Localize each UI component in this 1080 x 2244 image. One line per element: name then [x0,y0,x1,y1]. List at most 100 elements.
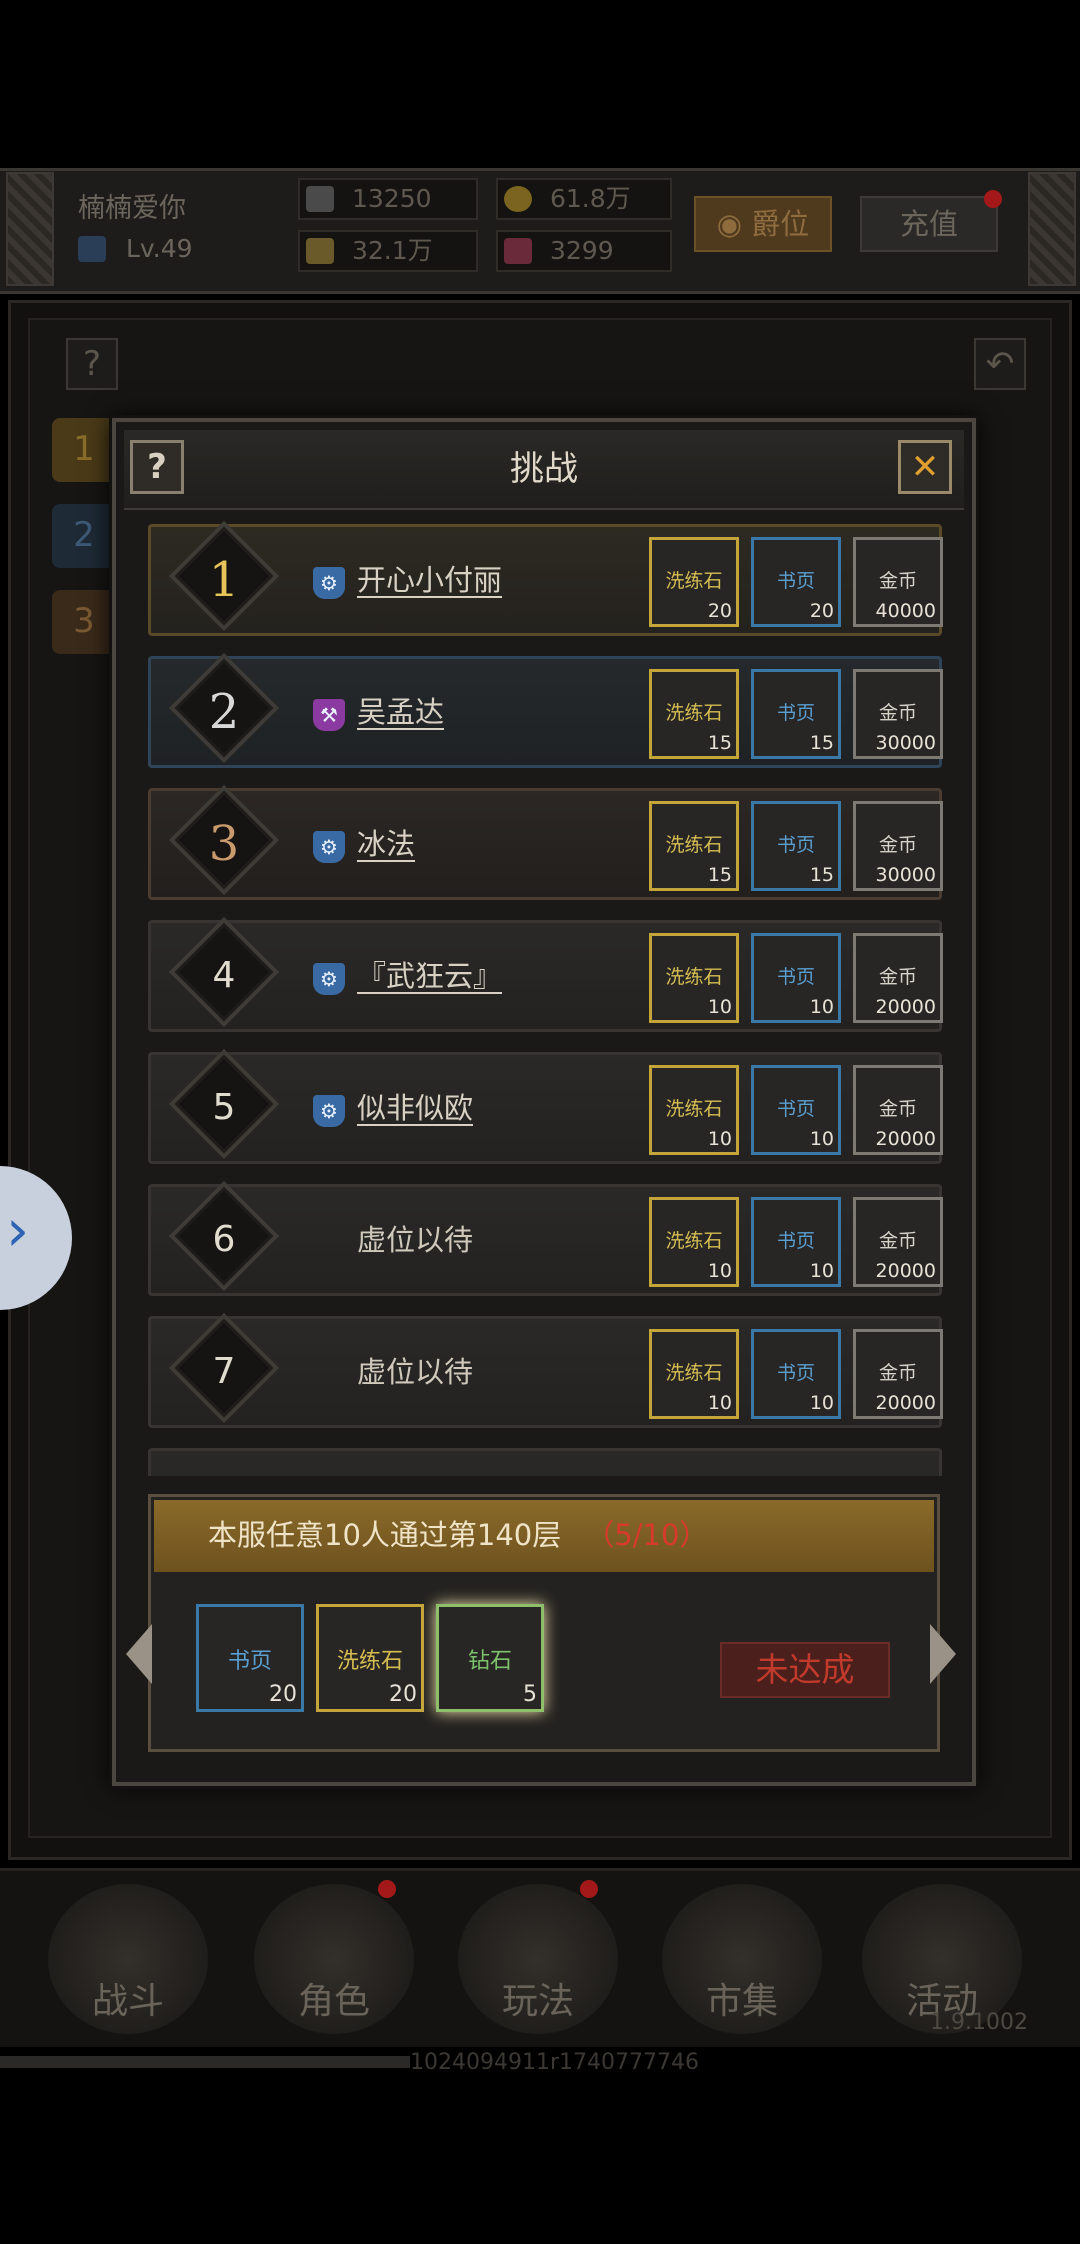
sword-icon [306,186,334,212]
reward-item[interactable]: 洗练石 10 [649,1197,739,1287]
quest-reward-item[interactable]: 书页 20 [196,1604,304,1712]
rank-number: 5 [212,1087,236,1128]
nav-battle[interactable]: 战斗 [48,1884,208,2034]
challenge-row[interactable]: 3 ⚙ 冰法 洗练石 15 书页 15 金币 30000 [148,784,943,900]
gem-value: 3299 [550,236,614,265]
reward-name: 钻石 [467,1649,512,1674]
reward-item[interactable]: 金币 40000 [853,537,943,627]
player-name-link[interactable]: 吴孟达 [357,689,444,735]
reward-count: 5 [523,1682,537,1707]
recharge-notification-dot [984,190,1002,208]
title-rank-button[interactable]: ◉ 爵位 [694,196,832,252]
reward-item[interactable]: 书页 20 [751,537,841,627]
rank-number: 2 [208,684,240,740]
reward-item[interactable]: 金币 30000 [853,669,943,759]
eye-icon: ◉ [716,207,752,241]
reward-name: 书页 [776,702,815,724]
background-help-button: ? [66,338,118,390]
nav-market[interactable]: 市集 [662,1884,822,2034]
reward-item[interactable]: 洗练石 15 [649,669,739,759]
reward-name: 书页 [776,834,815,856]
quest-reward-list: 书页 20 洗练石 20 钻石 5 [196,1604,596,1714]
reward-count: 40000 [875,600,936,622]
gameplay-notification-dot [580,1880,598,1898]
reward-item[interactable]: 金币 20000 [853,1329,943,1419]
reward-name: 洗练石 [665,570,723,592]
shield-icon [306,238,334,264]
reward-item[interactable]: 书页 10 [751,1065,841,1155]
nav-gameplay[interactable]: 玩法 [458,1884,618,2034]
reward-item[interactable]: 书页 15 [751,669,841,759]
ornament-left [6,172,54,286]
vacant-slot-label: 虚位以待 [357,1223,474,1257]
challenge-row[interactable]: 6 虚位以待 洗练石 10 书页 10 金币 20000 [148,1180,943,1296]
quest-description: 本服任意10人通过第140层 （5/10） [208,1510,708,1560]
reward-item[interactable]: 书页 15 [751,801,841,891]
nav-market-label: 市集 [705,1981,778,2022]
reward-item[interactable]: 洗练石 10 [649,1329,739,1419]
character-notification-dot [378,1880,396,1898]
vacant-slot-label: 虚位以待 [357,1355,474,1389]
dialog-title: 挑战 [510,449,578,489]
reward-count: 20000 [875,1392,936,1414]
nav-character[interactable]: 角色 [254,1884,414,2034]
reward-name: 金币 [878,1098,917,1120]
quest-prev-arrow[interactable] [126,1624,152,1684]
challenge-row[interactable]: 7 虚位以待 洗练石 10 书页 10 金币 20000 [148,1312,943,1428]
quest-reward-item[interactable]: 钻石 5 [436,1604,544,1712]
reward-item[interactable]: 洗练石 10 [649,1065,739,1155]
reward-item[interactable]: 金币 20000 [853,1065,943,1155]
challenge-row[interactable]: 5 ⚙ 似非似欧 洗练石 10 书页 10 金币 20000 [148,1048,943,1164]
close-icon[interactable]: ✕ [898,440,952,494]
reward-count: 10 [809,1128,834,1150]
challenge-row[interactable]: 2 ⚒ 吴孟达 洗练石 15 书页 15 金币 30000 [148,652,943,768]
challenge-row[interactable]: 1 ⚙ 开心小付丽 洗练石 20 书页 20 金币 40000 [148,520,943,636]
reward-name: 金币 [878,966,917,988]
nav-gameplay-label: 玩法 [501,1981,574,2022]
player-name-link[interactable]: 冰法 [357,821,415,867]
level-icon [78,236,106,262]
hp-value: 32.1万 [352,236,433,265]
reward-count: 20 [809,600,834,622]
reward-item[interactable]: 书页 10 [751,1329,841,1419]
reward-count: 10 [707,1260,732,1282]
reward-item[interactable]: 书页 10 [751,933,841,1023]
nav-character-label: 角色 [297,1981,370,2022]
quest-next-arrow[interactable] [930,1624,956,1684]
wrench-blue-icon: ⚙ [313,567,345,599]
reward-item[interactable]: 书页 10 [751,1197,841,1287]
player-name-link[interactable]: 开心小付丽 [357,557,502,603]
gem-stat: 3299 [496,230,672,272]
wrench-blue-icon: ⚙ [313,831,345,863]
reward-count: 15 [809,864,834,886]
challenge-ranking-list[interactable]: 1 ⚙ 开心小付丽 洗练石 20 书页 20 金币 40000 2 ⚒ 吴孟达 洗练石 15 书页 15 金币 3… [130,520,960,1476]
reward-count: 20 [269,1682,297,1707]
reward-item[interactable]: 金币 20000 [853,1197,943,1287]
reward-item[interactable]: 洗练石 20 [649,537,739,627]
reward-name: 洗练石 [665,834,723,856]
rank-number: 1 [208,552,240,608]
reward-item[interactable]: 金币 20000 [853,933,943,1023]
reward-item[interactable]: 金币 30000 [853,801,943,891]
quest-reward-item[interactable]: 洗练石 20 [316,1604,424,1712]
reward-item[interactable]: 洗练石 10 [649,933,739,1023]
rank-number: 7 [212,1351,236,1392]
challenge-row[interactable]: 4 ⚙ 『武狂云』 洗练石 10 书页 10 金币 20000 [148,916,943,1032]
quest-status-button[interactable]: 未达成 [720,1642,890,1698]
reward-count: 10 [809,996,834,1018]
bottom-strip [0,2056,410,2068]
chevron-right-icon[interactable]: › [6,1196,29,1264]
combat-power-stat: 13250 [298,178,478,220]
reward-item[interactable]: 洗练石 15 [649,801,739,891]
wrench-blue-icon: ⚙ [313,963,345,995]
player-name-link[interactable]: 似非似欧 [357,1085,473,1131]
reward-name: 洗练石 [665,702,723,724]
recharge-button[interactable]: 充值 [860,196,998,252]
reward-count: 10 [809,1260,834,1282]
reward-name: 金币 [878,1362,917,1384]
reward-name: 书页 [227,1649,272,1674]
nav-battle-label: 战斗 [91,1981,164,2022]
player-level: Lv.49 [126,234,193,263]
player-name-link[interactable]: 『武狂云』 [357,953,502,999]
background-back-icon: ↶ [974,338,1026,390]
